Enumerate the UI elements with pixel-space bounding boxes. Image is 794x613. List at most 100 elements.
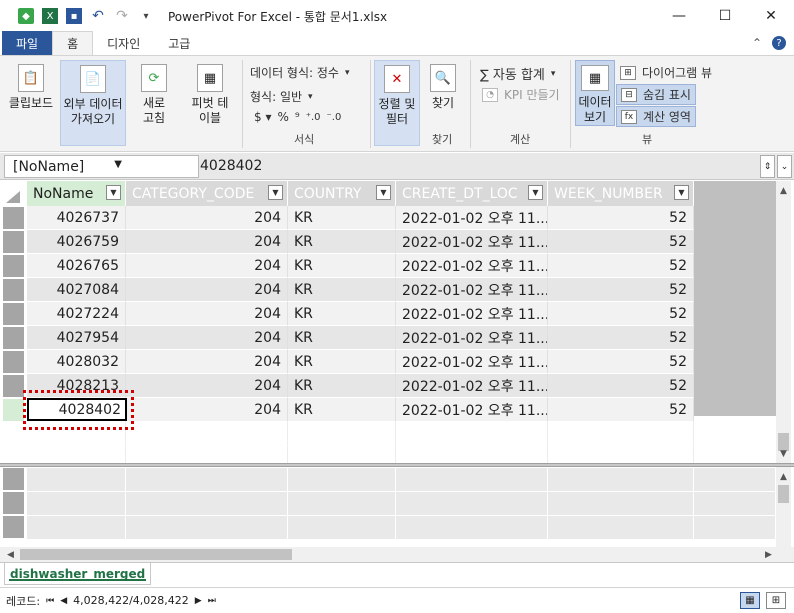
table-cell[interactable]: 204: [126, 278, 288, 302]
table-cell[interactable]: KR: [288, 254, 396, 278]
table-cell[interactable]: KR: [288, 374, 396, 398]
column-header-create-dt-loc[interactable]: CREATE_DT_LOC ▼: [396, 181, 548, 206]
table-cell[interactable]: KR: [288, 350, 396, 374]
calc-row-selector[interactable]: [3, 468, 24, 490]
row-selector[interactable]: [3, 375, 24, 397]
prev-record-icon[interactable]: ◀: [60, 596, 67, 606]
calc-cell[interactable]: [548, 516, 694, 540]
table-cell[interactable]: KR: [288, 398, 396, 422]
external-data-button[interactable]: 📄 외부 데이터 가져오기: [60, 60, 126, 146]
table-cell[interactable]: 2022-01-02 오후 11...: [396, 206, 548, 230]
diagram-view-icon[interactable]: ⊞: [766, 592, 786, 609]
name-box[interactable]: [NoName] ▼: [4, 155, 199, 178]
sheet-tab-dishwasher-merged[interactable]: dishwasher_merged: [4, 563, 152, 585]
calc-cell[interactable]: [694, 468, 776, 492]
data-type-dropdown[interactable]: 데이터 형식: 정수 ▾: [250, 64, 349, 81]
row-selector[interactable]: [3, 231, 24, 253]
minimize-button[interactable]: —: [656, 0, 702, 32]
table-cell[interactable]: 2022-01-02 오후 11...: [396, 278, 548, 302]
calc-cell[interactable]: [396, 492, 548, 516]
last-record-icon[interactable]: ⏭: [208, 596, 216, 606]
empty-cell[interactable]: [548, 422, 694, 446]
autosum-button[interactable]: ∑ 자동 합계 ▾: [480, 64, 555, 83]
table-cell[interactable]: 4027224: [27, 302, 126, 326]
calc-row-selector[interactable]: [3, 492, 24, 514]
increase-decimal-icon[interactable]: ⁺.0: [306, 112, 321, 123]
table-cell[interactable]: 4027954: [27, 326, 126, 350]
empty-cell[interactable]: [288, 422, 396, 446]
column-header-week-number[interactable]: WEEK_NUMBER ▼: [548, 181, 694, 206]
calc-cell[interactable]: [288, 468, 396, 492]
formula-scroll-icon[interactable]: ⇕: [760, 155, 775, 178]
select-all-corner[interactable]: [0, 181, 27, 206]
table-cell[interactable]: 52: [548, 374, 694, 398]
comma-icon[interactable]: ⁹: [295, 110, 300, 124]
table-cell[interactable]: 204: [126, 254, 288, 278]
help-icon[interactable]: ?: [772, 36, 786, 50]
table-cell[interactable]: 52: [548, 278, 694, 302]
row-selector[interactable]: [3, 279, 24, 301]
calc-cell[interactable]: [396, 468, 548, 492]
table-cell[interactable]: KR: [288, 302, 396, 326]
expand-formula-icon[interactable]: ⌄: [777, 155, 792, 178]
undo-icon[interactable]: ↶: [90, 8, 106, 24]
row-selector[interactable]: [3, 255, 24, 277]
calc-cell[interactable]: [27, 516, 126, 540]
calc-cell[interactable]: [27, 492, 126, 516]
table-cell[interactable]: 52: [548, 398, 694, 422]
filter-dropdown-icon[interactable]: ▼: [674, 185, 689, 200]
next-record-icon[interactable]: ▶: [195, 596, 202, 606]
scroll-up-icon[interactable]: ▲: [776, 183, 791, 198]
scroll-down-icon[interactable]: ▼: [776, 446, 791, 461]
calc-cell[interactable]: [694, 492, 776, 516]
row-selector[interactable]: [3, 303, 24, 325]
scroll-left-icon[interactable]: ◀: [3, 547, 18, 562]
close-button[interactable]: ✕: [748, 0, 794, 32]
tab-advanced[interactable]: 고급: [154, 31, 204, 55]
row-selector[interactable]: [3, 327, 24, 349]
table-cell[interactable]: 52: [548, 326, 694, 350]
empty-cell[interactable]: [396, 422, 548, 446]
vertical-scrollbar[interactable]: ▲ ▼: [776, 181, 791, 463]
column-header-country[interactable]: COUNTRY ▼: [288, 181, 396, 206]
horizontal-scrollbar[interactable]: ◀ ▶: [0, 547, 794, 562]
diagram-view-button[interactable]: ⊞ 다이어그램 뷰: [620, 64, 712, 81]
filter-dropdown-icon[interactable]: ▼: [106, 185, 121, 200]
pivot-table-button[interactable]: ▦ 피벗 테이블: [186, 64, 234, 126]
excel-icon[interactable]: X: [42, 8, 58, 24]
table-cell[interactable]: 204: [126, 398, 288, 422]
table-cell[interactable]: 204: [126, 230, 288, 254]
calc-cell[interactable]: [126, 468, 288, 492]
calc-row-selector[interactable]: [3, 516, 24, 538]
table-cell[interactable]: 2022-01-02 오후 11...: [396, 398, 548, 422]
scroll-up-icon[interactable]: ▲: [776, 469, 791, 484]
table-cell[interactable]: 52: [548, 206, 694, 230]
percent-icon[interactable]: %: [277, 110, 288, 124]
table-cell[interactable]: 204: [126, 374, 288, 398]
grid-view-icon[interactable]: ▦: [740, 592, 760, 609]
table-cell[interactable]: KR: [288, 278, 396, 302]
row-selector[interactable]: [3, 399, 24, 421]
calc-cell[interactable]: [288, 516, 396, 540]
scroll-right-icon[interactable]: ▶: [761, 547, 776, 562]
decrease-decimal-icon[interactable]: ⁻.0: [327, 112, 342, 123]
table-cell[interactable]: 2022-01-02 오후 11...: [396, 350, 548, 374]
empty-cell[interactable]: [126, 422, 288, 446]
column-header-category-code[interactable]: CATEGORY_CODE ▼: [126, 181, 288, 206]
format-dropdown[interactable]: 형식: 일반 ▾: [250, 88, 313, 105]
row-selector[interactable]: [3, 351, 24, 373]
table-cell[interactable]: 2022-01-02 오후 11...: [396, 374, 548, 398]
table-cell[interactable]: KR: [288, 326, 396, 350]
tab-file[interactable]: 파일: [2, 31, 53, 55]
tab-design[interactable]: 디자인: [93, 31, 154, 55]
redo-icon[interactable]: ↷: [114, 8, 130, 24]
horizontal-scroll-thumb[interactable]: [20, 549, 292, 560]
maximize-button[interactable]: ☐: [702, 0, 748, 32]
create-kpi-button[interactable]: ◔ KPI 만들기: [482, 86, 560, 103]
data-view-button[interactable]: ▦ 데이터 보기: [575, 60, 615, 126]
table-cell[interactable]: 2022-01-02 오후 11...: [396, 326, 548, 350]
calc-cell[interactable]: [126, 492, 288, 516]
show-hidden-button[interactable]: ⊟ 숨김 표시: [616, 84, 696, 105]
table-cell[interactable]: 204: [126, 326, 288, 350]
lower-vertical-scrollbar[interactable]: ▲: [776, 467, 791, 547]
